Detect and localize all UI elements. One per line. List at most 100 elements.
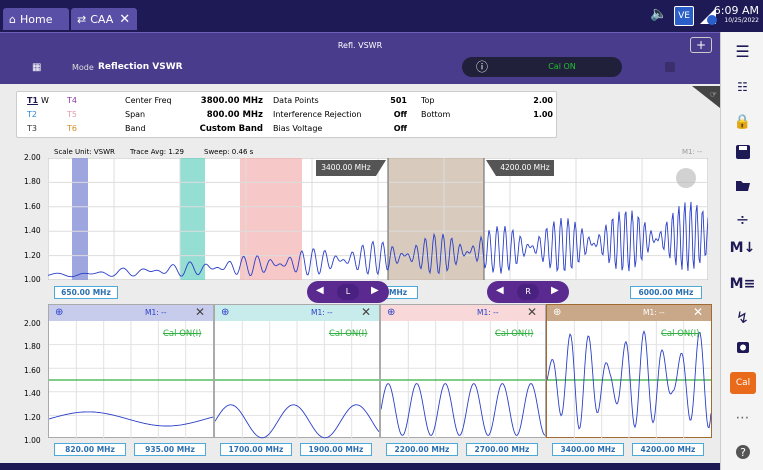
divide-icon[interactable]: ÷ <box>721 210 763 229</box>
mini-y-tick-label: 2.00 <box>24 319 41 328</box>
lock-icon <box>665 62 675 72</box>
top-bar: ⌂ Home ⇄ CAA ✕ 🔈 VE 6:09 AM 10/25/2022 <box>0 0 763 32</box>
mini-chart-panel[interactable]: ⊕ M1: -- ✕ Cal ON(I) <box>48 304 214 439</box>
y-tick-label: 1.20 <box>24 250 41 260</box>
peak-icon[interactable]: ↯ <box>721 308 763 327</box>
add-button[interactable]: + <box>690 37 712 53</box>
bottom-value: 1.00 <box>533 110 553 119</box>
right-arrow-icon[interactable]: ▶ <box>371 285 379 296</box>
trace-t3[interactable]: T3 <box>27 124 37 133</box>
mini-marker-status: M1: -- <box>477 308 499 317</box>
vnc-icon[interactable]: VE <box>674 6 694 26</box>
lock-icon[interactable]: 🔒 <box>721 114 763 130</box>
marker-r-label: R <box>517 284 539 300</box>
close-icon[interactable]: ✕ <box>693 305 703 319</box>
zoom-icon[interactable]: ⊕ <box>221 307 229 318</box>
interference-label: Interference Rejection <box>273 110 362 119</box>
mini-chart-panel[interactable]: ⊕ M1: -- ✕ Cal ON(I) <box>214 304 380 439</box>
start-freq-box[interactable]: 650.00 MHz <box>54 286 118 299</box>
measurement-title: Refl. VSWR <box>337 41 383 50</box>
close-icon[interactable]: ✕ <box>119 12 130 27</box>
help-icon[interactable]: ? <box>721 444 763 464</box>
trace-avg: Trace Avg: 1.29 <box>130 148 184 156</box>
mini-start-freq[interactable]: 2200.00 MHz <box>386 443 458 456</box>
stop-freq-box[interactable]: 6000.00 MHz <box>630 286 702 299</box>
trace-w: W <box>41 96 49 105</box>
mini-chart-panel[interactable]: ⊕ M1: -- ✕ Cal ON(I) <box>380 304 546 439</box>
overlay-knob-icon[interactable] <box>676 168 696 188</box>
layout-icon[interactable]: ☷ <box>721 80 763 94</box>
mini-cal-status: Cal ON(I) <box>495 329 534 339</box>
mini-chart-header: ⊕ M1: -- ✕ <box>381 305 545 321</box>
mode-bar: Refl. VSWR ▦ Mode Reflection VSWR ⓘ Cal … <box>0 32 720 84</box>
mini-chart-header: ⊕ M1: -- ✕ <box>49 305 213 321</box>
center-freq-value: 3800.00 MHz <box>200 96 263 106</box>
mini-cal-status: Cal ON(I) <box>661 329 700 339</box>
grid-menu-icon[interactable]: ▦ <box>32 63 42 73</box>
y-tick-label: 1.00 <box>24 275 41 284</box>
marker-list-icon[interactable]: M≡ <box>721 276 763 292</box>
folder-icon[interactable] <box>721 178 763 196</box>
span-label: Span <box>125 110 146 119</box>
center-freq-label: Center Freq <box>125 96 172 105</box>
touch-mode-icon[interactable]: ☞ <box>692 86 720 108</box>
sweep-time: Sweep: 0.46 s <box>204 148 254 156</box>
band-region <box>240 158 302 280</box>
marker-r-tag: 4200.00 MHz <box>496 160 554 176</box>
tab-caa[interactable]: ⇄ CAA ✕ <box>71 8 137 30</box>
mini-y-tick-label: 1.60 <box>24 365 41 375</box>
marker-l-nav[interactable]: ◀ L ▶ <box>307 281 389 303</box>
band-region <box>180 158 205 280</box>
left-arrow-icon[interactable]: ◀ <box>496 285 504 296</box>
right-sidebar: ☰ ☷ 🔒 ÷ M↓ M≡ ↯ Cal ⋯ ? <box>720 32 763 470</box>
more-icon[interactable]: ⋯ <box>721 410 763 426</box>
y-tick-label: 2.00 <box>24 153 41 162</box>
volume-icon[interactable]: 🔈 <box>650 6 670 26</box>
tab-home[interactable]: ⌂ Home <box>3 8 69 30</box>
marker-down-icon[interactable]: M↓ <box>721 240 763 256</box>
close-icon[interactable]: ✕ <box>361 305 371 319</box>
hamburger-icon[interactable]: ☰ <box>721 42 763 61</box>
data-points-value: 501 <box>390 96 407 105</box>
clock-time: 6:09 AM <box>713 4 759 17</box>
mini-chart-panel[interactable]: ⊕ M1: -- ✕ Cal ON(I) <box>546 304 712 439</box>
zoom-icon[interactable]: ⊕ <box>55 307 63 318</box>
marker-r-nav[interactable]: ◀ R ▶ <box>487 281 569 303</box>
tab-caa-label: CAA <box>90 12 114 26</box>
parameter-panel[interactable]: T1 W T4 T2 T5 T3 T6 Center Freq 3800.00 … <box>16 91 557 138</box>
mini-start-freq[interactable]: 3400.00 MHz <box>552 443 624 456</box>
home-icon: ⌂ <box>9 12 16 26</box>
vswr-trace-chart[interactable] <box>48 158 708 280</box>
marker-status: M1: -- <box>682 148 703 156</box>
trace-t1[interactable]: T1 <box>27 96 38 105</box>
zoom-icon[interactable]: ⊕ <box>553 307 561 318</box>
mini-start-freq[interactable]: 820.00 MHz <box>54 443 126 456</box>
trace-t6[interactable]: T6 <box>67 124 77 133</box>
mini-stop-freq[interactable]: 2700.00 MHz <box>466 443 538 456</box>
trace-t5[interactable]: T5 <box>67 110 77 119</box>
save-icon[interactable] <box>721 144 763 164</box>
mode-value[interactable]: Reflection VSWR <box>98 62 183 72</box>
bias-value: Off <box>393 124 407 133</box>
mini-y-tick-label: 1.40 <box>24 389 41 399</box>
left-arrow-icon[interactable]: ◀ <box>316 285 324 296</box>
mini-stop-freq[interactable]: 935.00 MHz <box>134 443 206 456</box>
bias-label: Bias Voltage <box>273 124 323 133</box>
close-icon[interactable]: ✕ <box>527 305 537 319</box>
cal-button[interactable]: Cal <box>730 372 756 394</box>
mini-chart-header: ⊕ M1: -- ✕ <box>547 305 711 321</box>
marker-r-tag-tip <box>486 160 496 176</box>
right-arrow-icon[interactable]: ▶ <box>551 285 559 296</box>
info-button[interactable]: ⓘ <box>462 57 502 77</box>
trace-t4[interactable]: T4 <box>67 96 77 105</box>
mhz-partial-box[interactable]: MHz <box>386 286 418 299</box>
mini-stop-freq[interactable]: 4200.00 MHz <box>632 443 704 456</box>
camera-icon[interactable] <box>721 340 763 358</box>
mini-start-freq[interactable]: 1700.00 MHz <box>220 443 292 456</box>
trace-t2[interactable]: T2 <box>27 110 37 119</box>
svg-text:?: ? <box>740 446 746 459</box>
zoom-icon[interactable]: ⊕ <box>387 307 395 318</box>
mini-stop-freq[interactable]: 1900.00 MHz <box>300 443 372 456</box>
close-icon[interactable]: ✕ <box>195 305 205 319</box>
mini-marker-status: M1: -- <box>311 308 333 317</box>
